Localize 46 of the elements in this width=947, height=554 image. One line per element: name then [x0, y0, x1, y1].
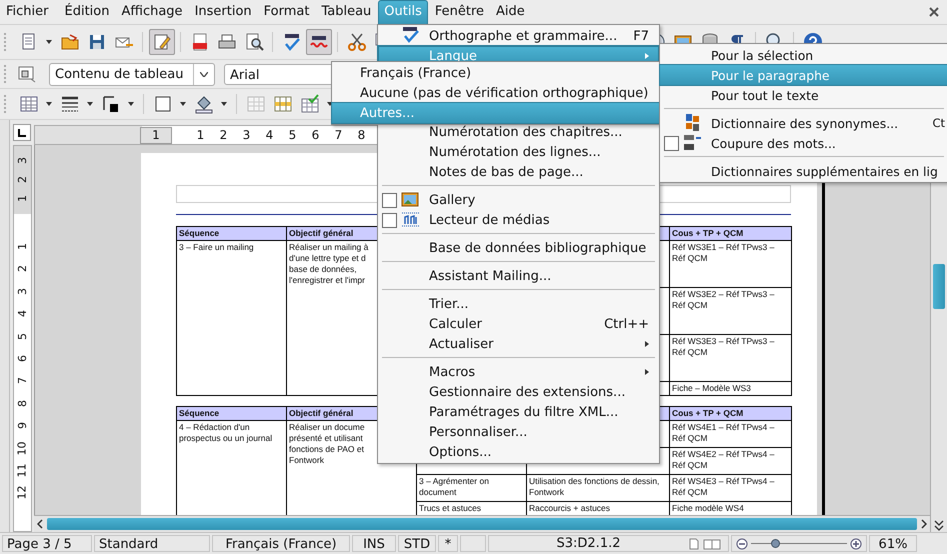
- ruler-number: 1: [140, 126, 172, 144]
- ruler-number: 3: [16, 288, 28, 295]
- ruler-number: 7: [334, 128, 344, 142]
- table-header-cell: Séquence: [176, 226, 286, 240]
- ruler-number: 2: [16, 176, 28, 183]
- table-cell: Utilisation des fonctions de dessin, Fontwork: [526, 474, 670, 502]
- table-cell: Réf WS4E1 – Réf TPws4 – Réf QCM: [670, 420, 792, 448]
- table-cell: 3 – Agrémenter on document: [416, 474, 526, 502]
- ruler-number: 4: [16, 310, 28, 318]
- ruler-number: 1: [196, 128, 206, 142]
- ruler-number: 5: [288, 128, 298, 142]
- table-cell: Réf WS3E2 – Réf TPws3 – Réf QCM: [670, 288, 792, 334]
- ruler-number: 6: [310, 128, 320, 142]
- table-cell: 3 – Faire un mailing: [176, 240, 286, 396]
- ruler-number: 6: [16, 354, 28, 362]
- ruler-number: 7: [16, 377, 28, 384]
- ruler-number: 9: [16, 422, 28, 430]
- zoom-level: 61%: [869, 535, 917, 552]
- ruler-number: 3: [16, 157, 28, 164]
- table-header-cell: Séquence: [176, 406, 286, 420]
- ruler-number: 4: [264, 128, 274, 142]
- selection-mode: STD: [398, 535, 436, 552]
- ruler-number: 5: [16, 332, 28, 340]
- page-indicator: Page 3 / 5: [2, 535, 92, 552]
- ruler-number: 10: [16, 441, 28, 456]
- insert-mode: INS: [352, 535, 396, 552]
- table-cell: Réf WS4E2 – Réf TPws4 – Réf QCM: [670, 448, 792, 474]
- ruler-number: 2: [16, 265, 28, 272]
- ruler-number: 3: [242, 128, 252, 142]
- ruler-number: 8: [16, 400, 28, 407]
- language-indicator: Français (France): [212, 535, 350, 552]
- ruler-number: 1: [16, 195, 28, 202]
- table-header-cell: Cous + TP + QCM: [670, 226, 792, 240]
- cell-reference: S3:D2.1.2: [556, 535, 622, 552]
- ruler-number: 11: [16, 463, 28, 478]
- table-cell: Fiche – Modèle WS3: [670, 382, 792, 396]
- modified-indicator: *: [438, 535, 458, 552]
- ruler-number: 1: [16, 243, 28, 250]
- page-style: Standard: [94, 535, 210, 552]
- table-cell: Réf WS3E1 – Réf TPws3 – Réf QCM: [670, 240, 792, 288]
- ruler-number: 2: [218, 128, 228, 142]
- ruler-number: 8: [356, 128, 366, 142]
- ruler-number: 12: [16, 486, 28, 500]
- table-header-cell: Cous + TP + QCM: [670, 406, 792, 420]
- table-cell: Réf WS4E3 – Réf TPws4 – Réf QCM: [670, 474, 792, 502]
- table-cell: Réf WS3E3 – Réf TPws3 – Réf QCM: [670, 334, 792, 382]
